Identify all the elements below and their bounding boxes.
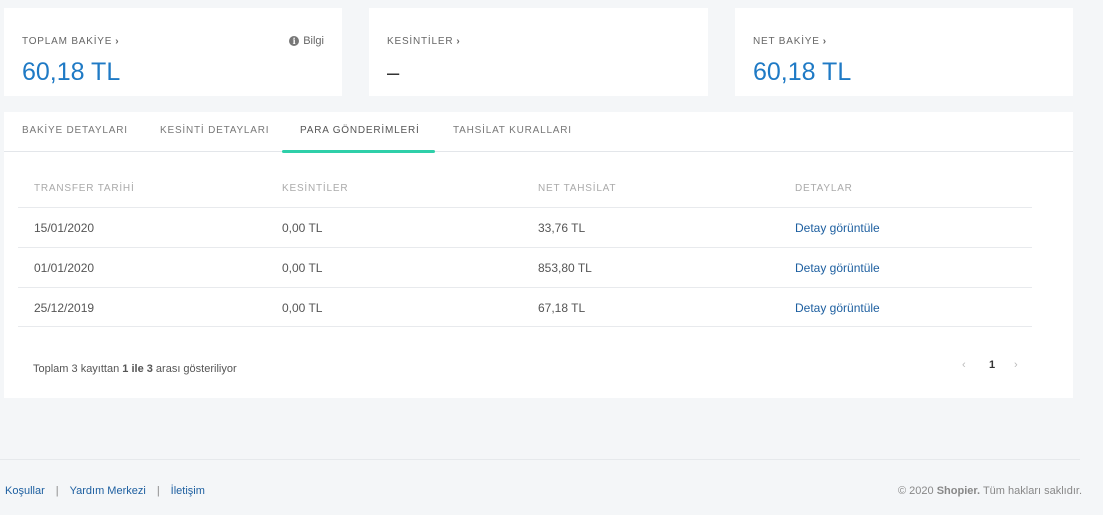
- header-details: DETAYLAR: [795, 183, 853, 194]
- net-balance-label[interactable]: NET BAKİYE ›: [753, 36, 827, 47]
- view-detail-link[interactable]: Detay görüntüle: [795, 261, 880, 275]
- page-number-1[interactable]: 1: [989, 359, 995, 371]
- total-balance-card: TOPLAM BAKİYE › i Bilgi 60,18 TL: [4, 8, 342, 96]
- header-net-collection: NET TAHSİLAT: [538, 183, 617, 194]
- records-summary: Toplam 3 kayıttan 1 ile 3 arası gösteril…: [33, 363, 237, 375]
- footer-links: Koşullar | Yardım Merkezi | İletişim: [5, 485, 205, 497]
- footer-separator: |: [55, 485, 59, 497]
- view-detail-link[interactable]: Detay görüntüle: [795, 221, 880, 235]
- chevron-right-icon: ›: [115, 36, 120, 47]
- contact-link[interactable]: İletişim: [171, 485, 205, 497]
- footer-separator: |: [156, 485, 160, 497]
- view-detail-link[interactable]: Detay görüntüle: [795, 301, 880, 315]
- help-center-link[interactable]: Yardım Merkezi: [70, 485, 146, 497]
- net-balance-value: 60,18 TL: [753, 58, 852, 86]
- tab-bar: BAKİYE DETAYLARI KESİNTİ DETAYLARI PARA …: [4, 112, 1073, 153]
- info-icon: i: [289, 36, 300, 46]
- terms-link[interactable]: Koşullar: [5, 485, 45, 497]
- tab-collection-rules[interactable]: TAHSİLAT KURALLARI: [453, 125, 572, 136]
- total-balance-label[interactable]: TOPLAM BAKİYE ›: [22, 36, 119, 47]
- tab-deduction-details[interactable]: KESİNTİ DETAYLARI: [160, 125, 269, 136]
- tab-balance-details[interactable]: BAKİYE DETAYLARI: [22, 125, 128, 136]
- chevron-right-icon: ›: [456, 36, 461, 47]
- footer-divider: [0, 459, 1080, 460]
- net-collection-cell: 67,18 TL: [538, 301, 586, 315]
- chevron-right-icon: ›: [822, 36, 827, 47]
- table-row: 25/12/2019 0,00 TL 67,18 TL Detay görünt…: [18, 287, 1032, 327]
- next-page-button[interactable]: ›: [1014, 359, 1018, 371]
- total-balance-value: 60,18 TL: [22, 58, 121, 86]
- deductions-value: –: [387, 60, 400, 85]
- transfer-date: 25/12/2019: [34, 301, 95, 315]
- table-row: 01/01/2020 0,00 TL 853,80 TL Detay görün…: [18, 247, 1032, 287]
- net-balance-card: NET BAKİYE › 60,18 TL: [735, 8, 1073, 96]
- active-tab-indicator: [282, 150, 435, 153]
- net-collection-cell: 33,76 TL: [538, 221, 586, 235]
- prev-page-button[interactable]: ‹: [962, 359, 966, 371]
- deductions-cell: 0,00 TL: [282, 301, 323, 315]
- info-link[interactable]: i Bilgi: [289, 35, 324, 47]
- table-row: 15/01/2020 0,00 TL 33,76 TL Detay görünt…: [18, 207, 1032, 247]
- header-deductions: KESİNTİLER: [282, 183, 349, 194]
- transfer-date: 15/01/2020: [34, 221, 95, 235]
- net-collection-cell: 853,80 TL: [538, 261, 592, 275]
- deductions-card: KESİNTİLER › –: [369, 8, 708, 96]
- transfers-panel: BAKİYE DETAYLARI KESİNTİ DETAYLARI PARA …: [4, 112, 1073, 398]
- tab-money-transfers[interactable]: PARA GÖNDERİMLERİ: [300, 125, 420, 136]
- header-transfer-date: TRANSFER TARİHİ: [34, 183, 135, 194]
- deductions-cell: 0,00 TL: [282, 221, 323, 235]
- copyright-text: © 2020 Shopier. Tüm hakları saklıdır.: [898, 485, 1082, 497]
- deductions-label[interactable]: KESİNTİLER ›: [387, 36, 461, 47]
- deductions-cell: 0,00 TL: [282, 261, 323, 275]
- transfer-date: 01/01/2020: [34, 261, 95, 275]
